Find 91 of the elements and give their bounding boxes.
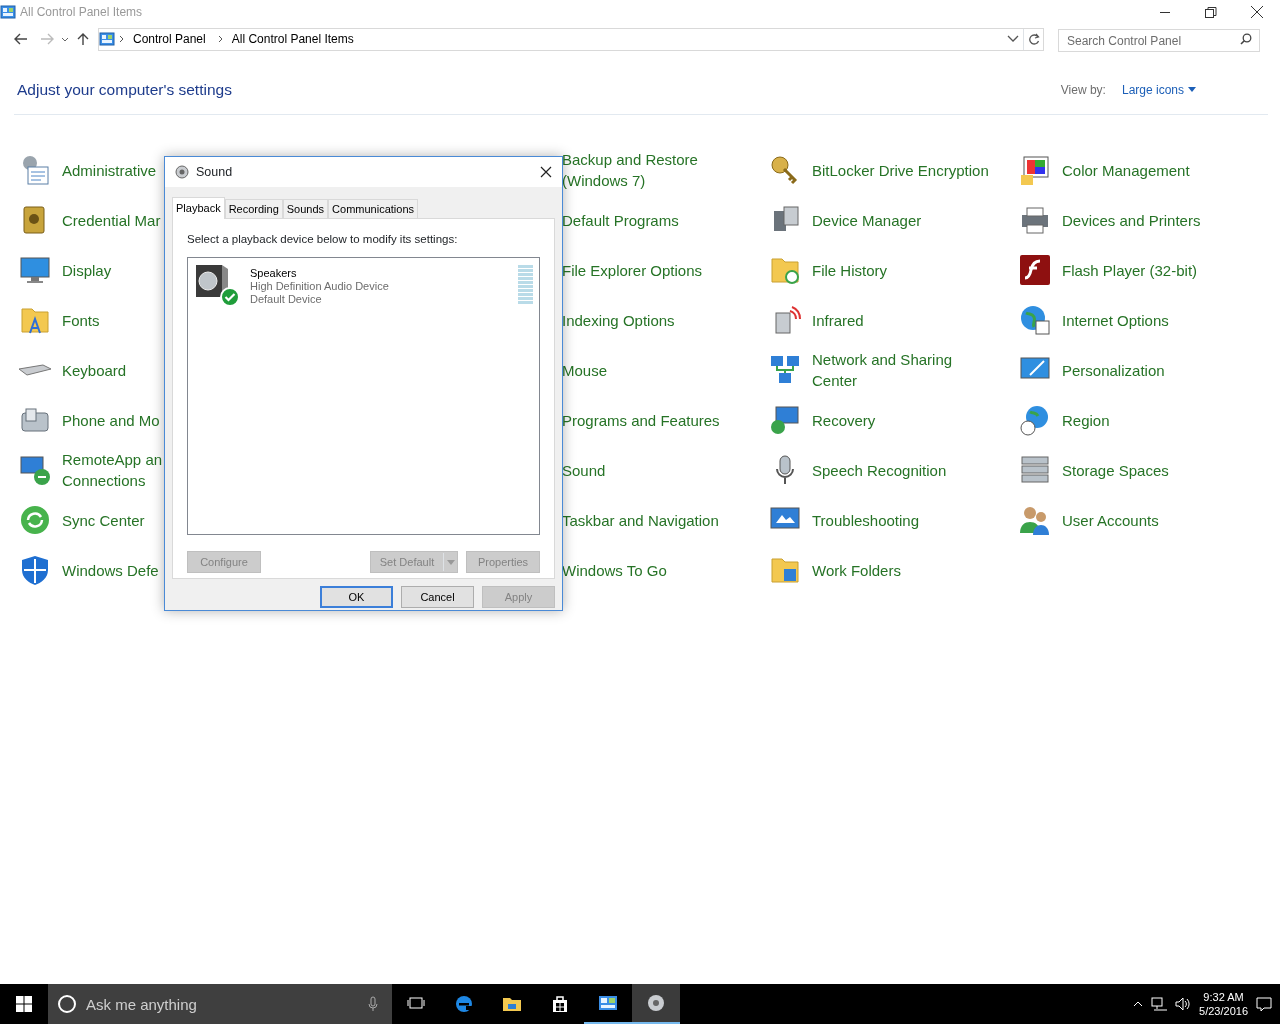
remote-desktop-icon: [18, 453, 52, 488]
control-panel-link[interactable]: Recovery: [812, 409, 876, 431]
search-box[interactable]: Ask me anything: [48, 984, 392, 1024]
control-panel-link[interactable]: User Accounts: [1062, 509, 1159, 531]
control-panel-link[interactable]: Region: [1062, 409, 1110, 431]
control-panel-link[interactable]: Network and Sharing Center: [812, 349, 953, 392]
windows-logo-icon: [16, 996, 32, 1012]
dialog-button[interactable]: OK: [320, 586, 393, 608]
control-panel-link[interactable]: Personalization: [1062, 359, 1165, 381]
chevron-down-icon: [61, 36, 69, 42]
dialog-title: Sound: [196, 163, 233, 181]
refresh-icon[interactable]: [1027, 33, 1040, 45]
control-panel-link[interactable]: Troubleshooting: [812, 509, 919, 531]
microphone-icon[interactable]: [368, 996, 378, 1012]
control-panel-link[interactable]: Taskbar and Navigation: [562, 509, 719, 531]
control-panel-icon: [99, 32, 115, 46]
close-icon: [539, 165, 553, 179]
device-status: Default Device: [250, 293, 323, 307]
flash-player-icon: [1018, 253, 1052, 288]
control-panel-icon: [598, 993, 618, 1013]
control-panel-link[interactable]: Internet Options: [1062, 309, 1169, 331]
search-field[interactable]: Search Control Panel: [1058, 29, 1260, 52]
taskbar-app[interactable]: [632, 984, 680, 1024]
minimize-icon: [1160, 11, 1170, 13]
control-panel-link[interactable]: Devices and Printers: [1062, 209, 1201, 231]
control-panel-link[interactable]: RemoteApp an Connections: [62, 449, 163, 492]
search-icon: [1240, 32, 1252, 45]
device-list[interactable]: Speakers High Definition Audio Device Default Device: [187, 257, 540, 536]
window-title: All Control Panel Items: [20, 4, 143, 21]
keyboard-icon: [18, 364, 52, 377]
control-panel-link[interactable]: Speech Recognition: [812, 459, 947, 481]
control-panel-icon: [0, 5, 16, 19]
dialog-button[interactable]: Cancel: [401, 586, 474, 608]
control-panel-link[interactable]: Fonts: [62, 309, 100, 331]
control-panel-link[interactable]: Credential Mar: [62, 209, 161, 231]
tab[interactable]: Recording: [224, 199, 283, 218]
caret-down-icon: [446, 559, 455, 565]
control-panel-link[interactable]: Programs and Features: [562, 409, 720, 431]
control-panel-link[interactable]: Default Programs: [562, 209, 679, 231]
shopping-bag-icon: [550, 994, 570, 1014]
clock[interactable]: 9:32 AM 5/23/2016: [1199, 990, 1248, 1018]
restore-icon: [1205, 6, 1217, 18]
control-panel-link[interactable]: Backup and Restore (Windows 7): [562, 149, 698, 192]
control-panel-link[interactable]: Keyboard: [62, 359, 127, 381]
control-panel-link[interactable]: Flash Player (32-bit): [1062, 259, 1198, 281]
back-arrow-icon: [14, 33, 28, 45]
control-panel-link[interactable]: Sync Center: [62, 509, 145, 531]
control-panel-link[interactable]: Sound: [562, 459, 606, 481]
level-meter: [518, 265, 533, 306]
instruction-text: Select a playback device below to modify its settings:: [187, 232, 459, 247]
device-name: Speakers: [250, 267, 298, 281]
control-panel-link[interactable]: BitLocker Drive Encryption: [812, 159, 989, 181]
speaker-icon: [646, 993, 666, 1013]
close-icon: [1251, 6, 1263, 18]
up-arrow-icon: [77, 32, 89, 46]
control-panel-link[interactable]: Windows Defe: [62, 559, 159, 581]
cortana-circle-icon: [57, 994, 77, 1014]
notification-icon[interactable]: [1256, 996, 1272, 1012]
forward-arrow-icon: [40, 33, 54, 45]
volume-icon[interactable]: [1175, 997, 1192, 1011]
address-bar[interactable]: Control Panel All Control Panel Items: [98, 27, 1044, 51]
control-panel-link[interactable]: File History: [812, 259, 887, 281]
control-panel-link[interactable]: Display: [62, 259, 112, 281]
breadcrumb-item[interactable]: All Control Panel Items: [231, 30, 354, 48]
control-panel-link[interactable]: File Explorer Options: [562, 259, 703, 281]
control-panel-link[interactable]: Storage Spaces: [1062, 459, 1169, 481]
page-heading: Adjust your computer's settings: [17, 80, 232, 100]
view-by-label: View by:: [1060, 81, 1106, 99]
browser-e-icon: [454, 994, 474, 1014]
control-panel-link[interactable]: Administrative: [62, 159, 157, 181]
control-panel-link[interactable]: Mouse: [562, 359, 608, 381]
control-panel-link[interactable]: Work Folders: [812, 559, 901, 581]
color-palette-icon: [1018, 153, 1052, 188]
chevron-up-icon[interactable]: [1133, 1001, 1144, 1007]
tab[interactable]: Sounds: [282, 199, 329, 218]
speaker-icon: [175, 165, 189, 179]
control-panel-link[interactable]: Device Manager: [812, 209, 922, 231]
control-panel-link[interactable]: Indexing Options: [562, 309, 675, 331]
globe-icon: [1018, 303, 1052, 338]
caret-down-icon: [1188, 87, 1196, 93]
control-panel-link[interactable]: Color Management: [1062, 159, 1190, 181]
breadcrumb-item[interactable]: Control Panel: [133, 30, 206, 48]
tab[interactable]: Playback: [172, 197, 225, 219]
chevron-down-icon: [1007, 35, 1019, 43]
device-description: High Definition Audio Device: [250, 280, 389, 294]
control-panel-link[interactable]: Phone and Mo: [62, 409, 160, 431]
network-icon[interactable]: [1151, 997, 1168, 1011]
control-panel-link[interactable]: Windows To Go: [562, 559, 667, 581]
control-panel-link[interactable]: Infrared: [812, 309, 864, 331]
view-mode-dropdown[interactable]: Large icons: [1121, 80, 1196, 99]
tab[interactable]: Communications: [328, 199, 418, 218]
